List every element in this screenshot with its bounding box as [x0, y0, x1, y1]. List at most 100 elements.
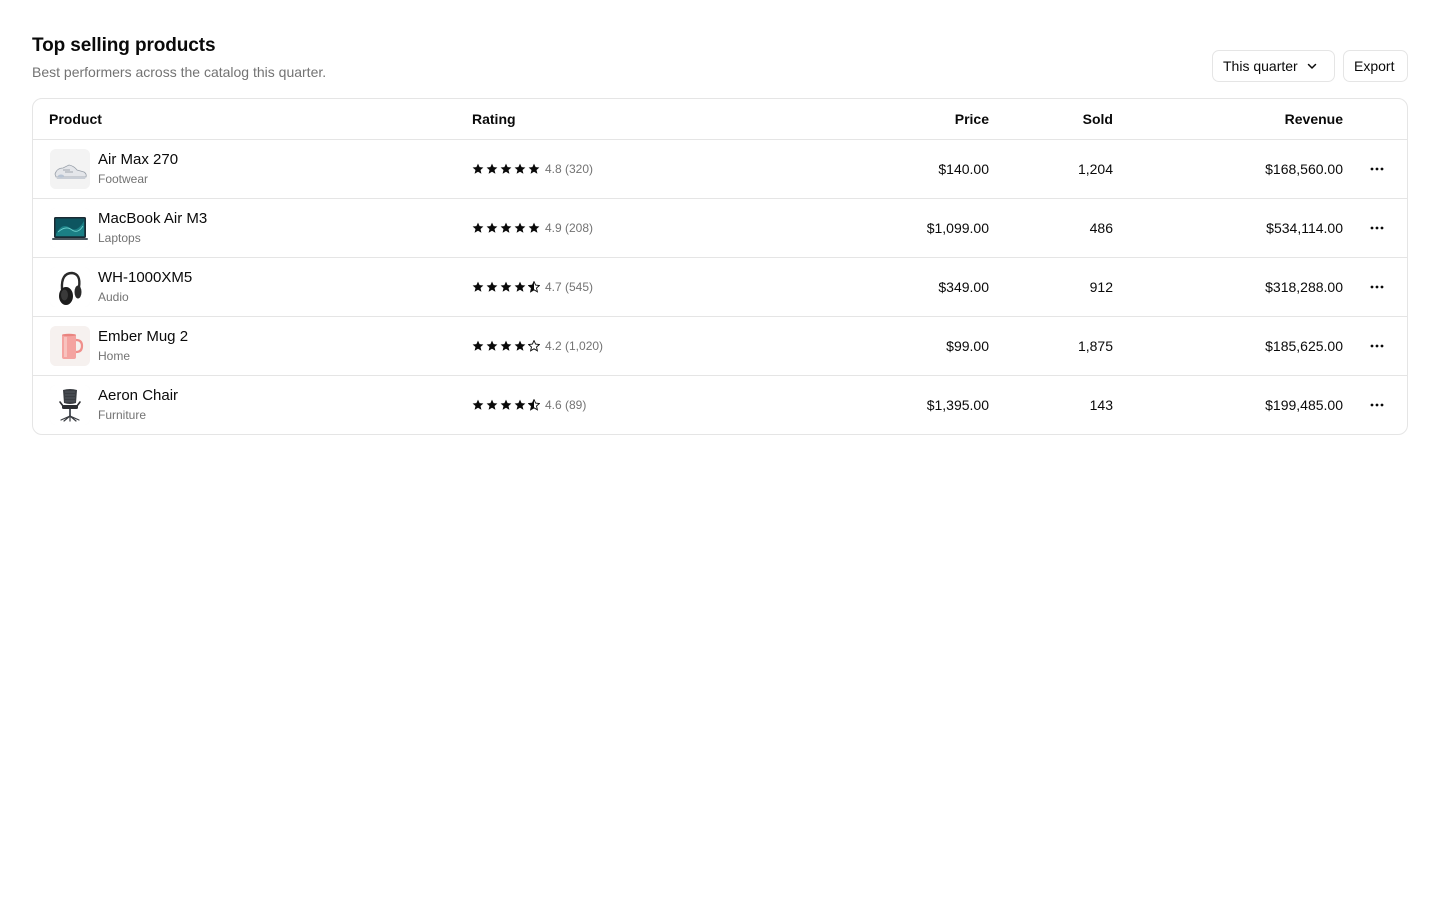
- star-filled-icon: [472, 399, 484, 410]
- more-actions-button[interactable]: [1367, 395, 1387, 415]
- star-filled-icon: [514, 222, 526, 233]
- product-sold: 912: [1089, 279, 1113, 295]
- more-horizontal-icon: [1370, 167, 1384, 171]
- star-filled-icon: [500, 163, 512, 174]
- star-filled-icon: [472, 340, 484, 351]
- product-revenue: $534,114.00: [1266, 220, 1343, 236]
- column-header-revenue[interactable]: Revenue: [1285, 99, 1343, 139]
- star-filled-icon: [486, 281, 498, 292]
- star-filled-icon: [500, 340, 512, 351]
- product-revenue: $185,625.00: [1265, 338, 1343, 354]
- product-name: WH-1000XM5: [98, 269, 193, 286]
- star-filled-icon: [514, 340, 526, 351]
- chair-thumbnail: [50, 385, 90, 425]
- star-filled-icon: [528, 222, 540, 233]
- star-filled-icon: [500, 281, 512, 292]
- rating-stars: [472, 222, 540, 234]
- more-actions-button[interactable]: [1367, 218, 1387, 238]
- rating-stars: [472, 281, 540, 293]
- star-filled-icon: [528, 163, 540, 174]
- chevron-down-icon: [1307, 63, 1316, 69]
- star-filled-icon: [514, 163, 526, 174]
- table-header: Product Rating Price Sold Revenue: [33, 99, 1407, 140]
- page-subtitle: Best performers across the catalog this …: [32, 64, 327, 80]
- rating-stars: [472, 340, 540, 352]
- more-actions-button[interactable]: [1367, 277, 1387, 297]
- product-rating: 4.8 (320): [472, 162, 593, 176]
- star-filled-icon: [472, 222, 484, 233]
- star-filled-icon: [514, 399, 526, 410]
- headphones-thumbnail: [50, 267, 90, 307]
- more-actions-button[interactable]: [1367, 336, 1387, 356]
- mug-thumbnail: [50, 326, 90, 366]
- product-price: $99.00: [946, 338, 989, 354]
- rating-text: 4.2 (1,020): [545, 339, 604, 353]
- column-header-rating[interactable]: Rating: [472, 99, 516, 139]
- product-price: $349.00: [938, 279, 989, 295]
- star-filled-icon: [486, 340, 498, 351]
- star-half-icon: [528, 399, 540, 411]
- product-revenue: $168,560.00: [1265, 161, 1343, 177]
- product-name: Air Max 270: [98, 151, 179, 168]
- page-header: Top selling products Best performers acr…: [32, 33, 1408, 93]
- product-rating: 4.7 (545): [472, 280, 593, 294]
- table-row[interactable]: Ember Mug 2 Home 4.2 (1,020) $99.00 1,87…: [33, 317, 1407, 376]
- star-filled-icon: [500, 222, 512, 233]
- product-sold: 486: [1089, 220, 1113, 236]
- star-filled-icon: [486, 163, 498, 174]
- rating-text: 4.8 (320): [545, 162, 594, 176]
- star-filled-icon: [486, 222, 498, 233]
- column-header-product[interactable]: Product: [49, 99, 102, 139]
- product-price: $1,099.00: [926, 220, 989, 236]
- period-select-label: This quarter: [1223, 58, 1298, 74]
- rating-stars: [472, 399, 540, 411]
- product-revenue: $199,485.00: [1265, 397, 1343, 413]
- star-filled-icon: [486, 399, 498, 410]
- star-filled-icon: [472, 281, 484, 292]
- more-horizontal-icon: [1370, 226, 1384, 230]
- product-category: Audio: [98, 290, 129, 304]
- product-rating: 4.6 (89): [472, 398, 586, 412]
- product-category: Home: [98, 349, 131, 363]
- product-sold: 143: [1089, 397, 1113, 413]
- page-title: Top selling products: [32, 35, 216, 56]
- column-header-price[interactable]: Price: [955, 99, 989, 139]
- product-category: Laptops: [98, 231, 141, 245]
- star-filled-icon: [514, 281, 526, 292]
- header-actions: This quarter Export: [1212, 50, 1408, 82]
- product-rating: 4.9 (208): [472, 221, 593, 235]
- product-sold: 1,204: [1077, 161, 1113, 177]
- more-actions-button[interactable]: [1367, 159, 1387, 179]
- table-row[interactable]: Aeron Chair Furniture 4.6 (89) $1,395.00…: [33, 376, 1407, 434]
- product-revenue: $318,288.00: [1265, 279, 1343, 295]
- more-horizontal-icon: [1370, 285, 1384, 289]
- column-header-sold[interactable]: Sold: [1083, 99, 1113, 139]
- table-row[interactable]: Air Max 270 Footwear 4.8 (320) $140.00 1…: [33, 140, 1407, 199]
- rating-text: 4.9 (208): [545, 221, 594, 235]
- more-horizontal-icon: [1370, 344, 1384, 348]
- star-filled-icon: [472, 163, 484, 174]
- product-name: MacBook Air M3: [98, 210, 208, 227]
- star-filled-icon: [500, 399, 512, 410]
- product-rating: 4.2 (1,020): [472, 339, 603, 353]
- product-price: $140.00: [938, 161, 989, 177]
- sneaker-thumbnail: [50, 149, 90, 189]
- page: Top selling products Best performers acr…: [0, 0, 1440, 900]
- rating-stars: [472, 163, 540, 175]
- rating-text: 4.7 (545): [545, 280, 594, 294]
- product-price: $1,395.00: [926, 397, 989, 413]
- star-half-icon: [528, 281, 540, 293]
- rating-text: 4.6 (89): [545, 398, 587, 412]
- product-name: Aeron Chair: [98, 387, 179, 404]
- more-horizontal-icon: [1370, 403, 1384, 407]
- product-category: Footwear: [98, 172, 149, 186]
- products-table: Product Rating Price Sold Revenue Air Ma…: [32, 98, 1408, 435]
- product-sold: 1,875: [1077, 338, 1113, 354]
- product-name: Ember Mug 2: [98, 328, 189, 345]
- export-button[interactable]: Export: [1343, 50, 1408, 82]
- table-row[interactable]: WH-1000XM5 Audio 4.7 (545) $349.00 912 $…: [33, 258, 1407, 317]
- table-row[interactable]: MacBook Air M3 Laptops 4.9 (208) $1,099.…: [33, 199, 1407, 258]
- laptop-thumbnail: [50, 208, 90, 248]
- period-select-button[interactable]: This quarter: [1212, 50, 1335, 82]
- star-empty-icon: [528, 340, 540, 352]
